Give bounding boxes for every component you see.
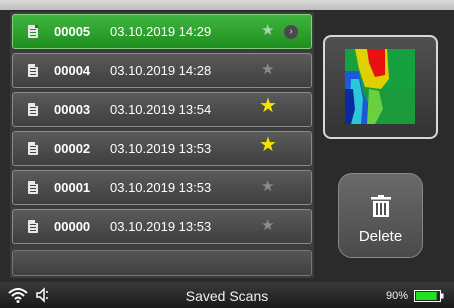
scan-list-item[interactable]: 00005 03.10.2019 14:29 ★ › <box>12 14 312 49</box>
scan-id: 00003 <box>54 102 91 117</box>
chevron-right-icon[interactable]: › <box>284 25 298 39</box>
scan-list-item[interactable]: 00001 03.10.2019 13:53 ★ <box>12 170 312 205</box>
trash-icon <box>371 195 391 217</box>
device-bezel <box>0 0 454 10</box>
scan-id: 00002 <box>54 141 91 156</box>
scan-list[interactable]: 00005 03.10.2019 14:29 ★ › 00004 03.10.2019 1… <box>10 12 314 278</box>
scan-preview[interactable] <box>323 35 438 139</box>
scan-thumbnail <box>345 49 415 124</box>
document-icon <box>28 103 38 116</box>
document-icon <box>28 64 38 77</box>
delete-button[interactable]: Delete <box>338 173 423 258</box>
scan-id: 00000 <box>54 219 91 234</box>
empty-list-slot <box>12 250 312 276</box>
document-icon <box>28 25 38 38</box>
favorite-star-icon[interactable]: ★ <box>261 178 274 196</box>
delete-label: Delete <box>358 228 403 245</box>
scan-date: 03.10.2019 13:54 <box>110 102 212 117</box>
favorite-star-icon[interactable]: ★ <box>259 96 277 116</box>
battery-icon <box>414 290 444 302</box>
document-icon <box>28 181 38 194</box>
favorite-star-icon[interactable]: ★ <box>259 135 277 155</box>
screen: 00005 03.10.2019 14:29 ★ › 00004 03.10.2019 1… <box>0 0 454 308</box>
scan-date: 03.10.2019 13:53 <box>110 219 212 234</box>
scan-date: 03.10.2019 13:53 <box>110 180 212 195</box>
battery-level: 90% <box>386 290 409 302</box>
scan-date: 03.10.2019 13:53 <box>110 141 212 156</box>
scan-list-item[interactable]: 00000 03.10.2019 13:53 ★ <box>12 209 312 244</box>
scan-id: 00004 <box>54 63 91 78</box>
favorite-star-icon[interactable]: ★ <box>261 61 274 79</box>
scan-id: 00005 <box>54 24 91 39</box>
scan-date: 03.10.2019 14:29 <box>110 24 212 39</box>
document-icon <box>28 220 38 233</box>
scan-id: 00001 <box>54 180 91 195</box>
scan-date: 03.10.2019 14:28 <box>110 63 212 78</box>
favorite-star-icon[interactable]: ★ <box>261 22 274 40</box>
scan-list-item[interactable]: 00002 03.10.2019 13:53 ★ <box>12 131 312 166</box>
favorite-star-icon[interactable]: ★ <box>261 217 274 235</box>
scan-list-item[interactable]: 00003 03.10.2019 13:54 ★ <box>12 92 312 127</box>
status-bar: Saved Scans 90% <box>0 282 454 308</box>
scan-list-item[interactable]: 00004 03.10.2019 14:28 ★ <box>12 53 312 88</box>
document-icon <box>28 142 38 155</box>
